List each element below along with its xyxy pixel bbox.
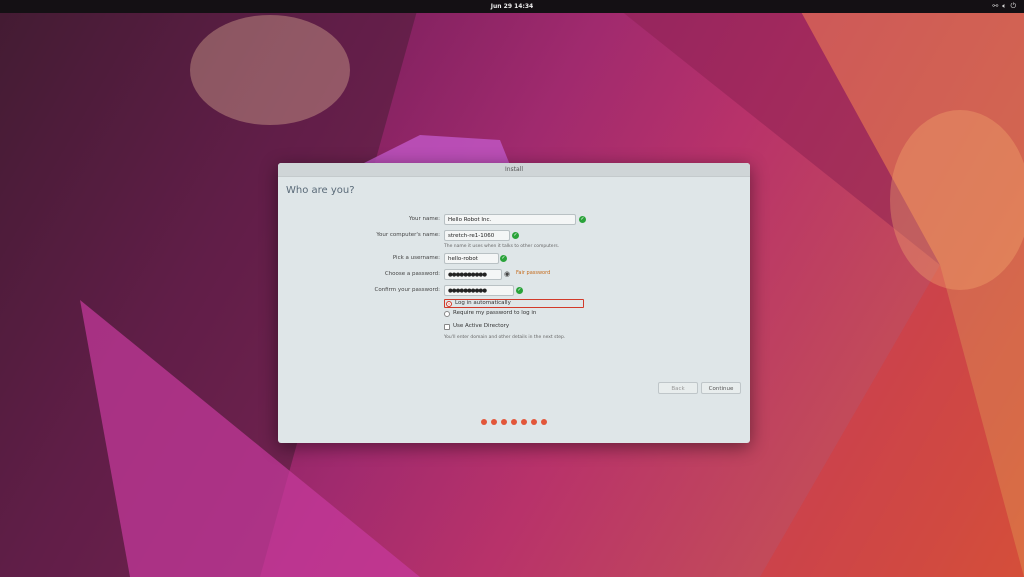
- progress-dot: [511, 419, 517, 425]
- name-input[interactable]: Hello Robot Inc.: [444, 214, 576, 225]
- progress-dot: [531, 419, 537, 425]
- confirm-password-label: Confirm your password:: [374, 287, 440, 293]
- check-icon: ✓: [500, 255, 507, 262]
- checkbox-icon[interactable]: [444, 323, 450, 330]
- top-bar: Jun 29 14:34 ⚯ 🔈︎ ⏻: [0, 0, 1024, 13]
- name-label: Your name:: [409, 216, 440, 222]
- installer-window: Install Who are you? Your name: Hello Ro…: [278, 163, 750, 443]
- confirm-password-input[interactable]: ●●●●●●●●●●: [444, 285, 514, 296]
- radio-icon[interactable]: [444, 310, 450, 317]
- auto-login-label: Log in automatically: [455, 300, 511, 306]
- active-directory-option[interactable]: Use Active Directory: [444, 322, 509, 331]
- username-input[interactable]: hello-robot: [444, 253, 499, 264]
- computer-name-input[interactable]: stretch-re1-1060: [444, 230, 510, 241]
- window-title: Install: [278, 163, 750, 177]
- check-icon: ✓: [579, 216, 586, 223]
- password-input[interactable]: ●●●●●●●●●●: [444, 269, 502, 280]
- username-label: Pick a username:: [392, 255, 440, 261]
- active-directory-label: Use Active Directory: [453, 323, 510, 329]
- radio-selected-icon[interactable]: [446, 300, 452, 307]
- continue-button[interactable]: Continue: [701, 382, 741, 394]
- check-icon: ✓: [516, 287, 523, 294]
- page-title: Who are you?: [286, 185, 355, 196]
- progress-dot: [541, 419, 547, 425]
- auto-login-option[interactable]: Log in automatically: [444, 299, 584, 308]
- progress-dot: [521, 419, 527, 425]
- password-row: Choose a password: ●●●●●●●●●● ◉ Fair pas…: [278, 269, 750, 281]
- password-label: Choose a password:: [384, 271, 440, 277]
- back-button[interactable]: Back: [658, 382, 698, 394]
- name-row: Your name: Hello Robot Inc. ✓: [278, 214, 750, 226]
- username-row: Pick a username: hello-robot ✓: [278, 253, 750, 265]
- require-password-option[interactable]: Require my password to log in: [444, 309, 536, 318]
- computer-name-hint: The name it uses when it talks to other …: [444, 244, 560, 249]
- progress-dot: [481, 419, 487, 425]
- computer-name-row: Your computer's name: stretch-re1-1060 ✓: [278, 230, 750, 242]
- check-icon: ✓: [512, 232, 519, 239]
- show-password-icon[interactable]: ◉: [504, 270, 510, 278]
- computer-name-label: Your computer's name:: [376, 232, 440, 238]
- active-directory-hint: You'll enter domain and other details in…: [444, 335, 566, 340]
- password-strength: Fair password: [516, 270, 551, 276]
- progress-dot: [491, 419, 497, 425]
- volume-icon[interactable]: 🔈︎: [1002, 2, 1006, 11]
- progress-dots: [278, 419, 750, 425]
- confirm-password-row: Confirm your password: ●●●●●●●●●● ✓: [278, 285, 750, 297]
- require-password-label: Require my password to log in: [453, 310, 537, 316]
- system-tray[interactable]: ⚯ 🔈︎ ⏻: [992, 2, 1016, 11]
- progress-dot: [501, 419, 507, 425]
- network-icon[interactable]: ⚯: [992, 2, 998, 11]
- power-icon[interactable]: ⏻: [1010, 2, 1016, 11]
- clock[interactable]: Jun 29 14:34: [0, 3, 1024, 10]
